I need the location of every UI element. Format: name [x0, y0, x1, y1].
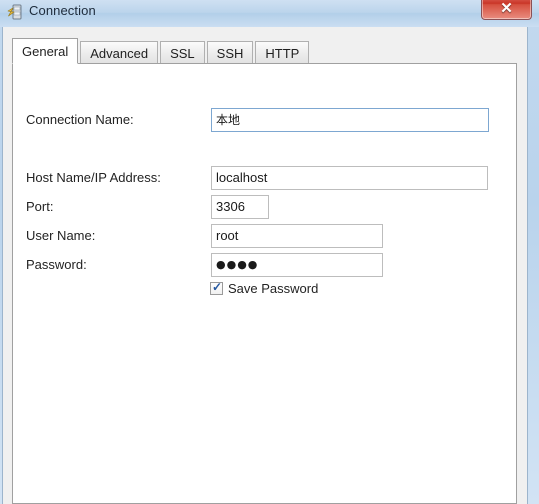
host-name-label: Host Name/IP Address: [26, 170, 161, 185]
tab-strip: General Advanced SSL SSH HTTP [12, 38, 311, 64]
checkmark-icon: ✓ [212, 280, 223, 295]
user-name-input[interactable]: root [211, 224, 383, 248]
connection-dialog-window: Connection ✕ General Advanced SSL SSH HTTP C… [0, 0, 539, 504]
save-password-label: Save Password [228, 281, 319, 297]
close-icon: ✕ [500, 0, 513, 17]
tab-ssh[interactable]: SSH [206, 41, 254, 64]
password-label: Password: [26, 257, 87, 272]
save-password-checkbox-row[interactable]: ✓ Save Password [210, 280, 318, 298]
user-name-label: User Name: [26, 228, 96, 243]
tab-http[interactable]: HTTP [255, 41, 310, 64]
port-input[interactable]: 3306 [211, 195, 269, 219]
save-password-checkbox[interactable]: ✓ [210, 280, 223, 296]
connection-name-label: Connection Name: [26, 112, 134, 127]
host-name-input[interactable]: localhost [211, 166, 488, 190]
connection-server-icon [7, 3, 25, 21]
title-bar[interactable]: Connection [0, 0, 539, 27]
tab-advanced[interactable]: Advanced [80, 41, 159, 64]
connection-name-input[interactable]: 本地 [211, 108, 489, 132]
dialog-client-area: General Advanced SSL SSH HTTP Connection Nam… [2, 27, 528, 504]
close-button[interactable]: ✕ [481, 0, 532, 20]
window-title: Connection [29, 3, 96, 18]
tab-general[interactable]: General [12, 38, 79, 64]
tab-ssl[interactable]: SSL [160, 41, 205, 64]
port-label: Port: [26, 199, 54, 214]
password-input[interactable]: ●●●● [211, 253, 383, 277]
